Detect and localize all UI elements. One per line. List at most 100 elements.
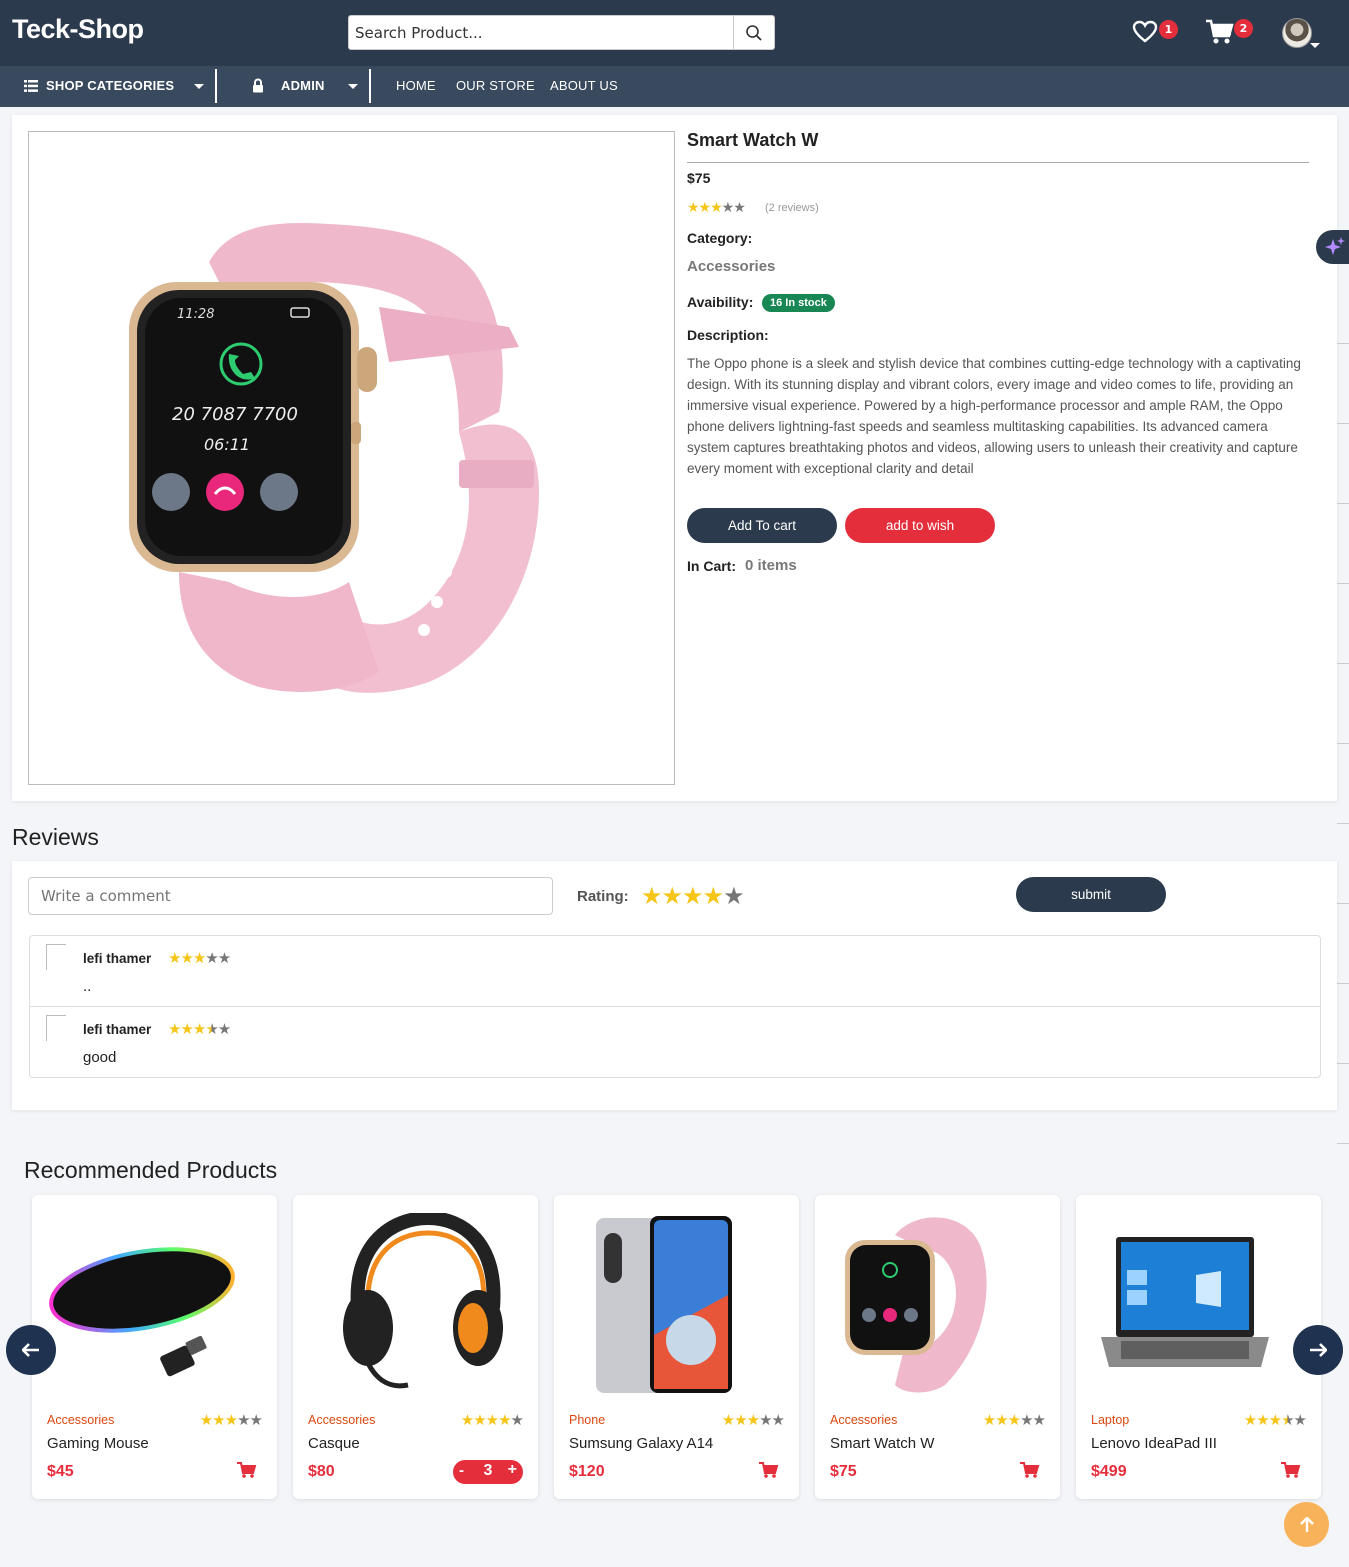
top-header: Teck-Shop 1 2 [0,0,1349,66]
review-stars: ★★★★★ [168,1020,231,1038]
side-tab [1337,423,1349,424]
watch-time-text: 11:28 [177,307,214,322]
menu-divider [369,69,371,103]
product-price: $120 [569,1463,605,1480]
side-tab [1337,903,1349,904]
product-stars: ★★★★★ [1243,1411,1307,1429]
wishlist-count-badge: 1 [1159,20,1178,39]
side-tab [1337,663,1349,664]
phone-image [596,1216,732,1393]
cart-icon[interactable] [1281,1461,1301,1479]
carousel-next-button[interactable] [1293,1325,1343,1375]
cart-icon[interactable] [1020,1461,1040,1479]
search-input[interactable] [349,16,734,49]
carousel-prev-button[interactable] [6,1325,56,1375]
cart-button[interactable] [1205,18,1235,50]
submit-review-button[interactable]: submit [1016,877,1166,912]
cart-count-badge: 2 [1234,19,1253,38]
side-tab [1337,823,1349,824]
reviewer-avatar [46,1015,66,1041]
product-name[interactable]: Smart Watch W [830,1435,934,1452]
admin-dropdown[interactable]: ADMIN [281,78,325,93]
reviewer-avatar [46,944,66,970]
product-price: $499 [1091,1463,1127,1480]
sparkle-icon [1325,237,1345,255]
side-tab [1337,1063,1349,1064]
headset-image [343,1213,503,1389]
side-tab [1337,1143,1349,1144]
scroll-to-top-button[interactable] [1284,1502,1329,1547]
list-icon [24,80,38,92]
category-label: Category: [687,230,753,246]
review-author: lefi thamer [83,1022,152,1037]
menu-divider [215,69,217,103]
side-tab [1337,743,1349,744]
product-price: $75 [830,1463,857,1480]
search-button[interactable] [733,16,774,49]
product-card-item[interactable]: Accessories ★★★★★ Gaming Mouse $45 [32,1195,277,1499]
watch-timer-text: 06:11 [204,435,250,454]
title-divider [687,162,1309,163]
side-tab [1337,983,1349,984]
product-name[interactable]: Casque [308,1435,360,1452]
menu-bar: SHOP CATEGORIES ADMIN HOME OUR STORE ABO… [0,66,1349,107]
cart-icon[interactable] [237,1461,257,1479]
heart-icon [1132,20,1158,43]
in-cart-value: 0 items [745,557,797,574]
product-stars: ★★★★★ [199,1411,263,1429]
nav-home[interactable]: HOME [396,78,436,93]
stock-badge: 16 In stock [762,294,835,312]
product-name[interactable]: Lenovo IdeaPad III [1091,1435,1217,1452]
watch-number-text: 20 7087 7700 [172,404,298,425]
product-price: $45 [47,1463,74,1480]
laptop-image [1101,1237,1269,1367]
arrow-right-icon [1310,1343,1327,1357]
arrow-up-icon [1299,1516,1314,1532]
rating-input-stars[interactable]: ★★★★★ [641,882,745,910]
recommended-heading: Recommended Products [24,1157,278,1183]
user-menu-caret-icon[interactable] [1310,43,1320,48]
product-category: Laptop [1091,1413,1130,1427]
search-icon [746,24,762,41]
add-to-cart-button[interactable]: Add To cart [687,508,837,543]
site-logo[interactable]: Teck-Shop [12,14,144,45]
review-item: lefi thamer ★★★★★ good [29,1006,1321,1078]
product-name[interactable]: Sumsung Galaxy A14 [569,1435,713,1452]
side-tab [1337,503,1349,504]
add-to-wish-button[interactable]: add to wish [845,508,995,543]
cart-icon [1206,19,1234,44]
admin-caret-icon[interactable] [348,84,358,89]
arrow-left-icon [22,1343,39,1357]
review-text: good [83,1049,117,1066]
side-tab [1337,583,1349,584]
user-avatar[interactable] [1282,18,1312,48]
product-rating-stars: ★★★★★ [687,200,746,216]
shop-categories-dropdown[interactable]: SHOP CATEGORIES [46,78,174,93]
quantity-stepper: - 3 + [453,1460,523,1484]
product-card-item[interactable]: Accessories ★★★★★ Smart Watch W $75 [815,1195,1060,1499]
product-category: Accessories [47,1413,115,1427]
product-card-item[interactable]: Phone ★★★★★ Sumsung Galaxy A14 $120 [554,1195,799,1499]
product-card-item[interactable]: Accessories ★★★★★ Casque $80 - 3 + [293,1195,538,1499]
nav-about-us[interactable]: ABOUT US [550,78,618,93]
product-title: Smart Watch W [687,130,819,150]
wishlist-button[interactable] [1132,20,1158,48]
ai-assistant-button[interactable] [1316,230,1349,264]
product-category: Phone [569,1413,606,1427]
product-name[interactable]: Gaming Mouse [47,1435,149,1452]
side-tab [1337,343,1349,344]
product-category[interactable]: Accessories [687,258,775,275]
rating-label: Rating: [577,888,629,905]
categories-caret-icon[interactable] [194,84,204,89]
product-description: The Oppo phone is a sleek and stylish de… [687,356,1301,476]
product-category: Accessories [308,1413,376,1427]
nav-our-store[interactable]: OUR STORE [456,78,535,93]
cart-icon[interactable] [759,1461,779,1479]
product-image[interactable]: 11:28 20 7087 7700 06:11 [28,131,675,785]
product-category: Accessories [830,1413,898,1427]
comment-input[interactable] [28,877,553,915]
increase-button[interactable]: + [508,1461,517,1479]
search-box [348,15,775,50]
smart-watch-image: 11:28 20 7087 7700 06:11 [129,222,539,693]
product-card-item[interactable]: Laptop ★★★★★ Lenovo IdeaPad III $499 [1076,1195,1321,1499]
